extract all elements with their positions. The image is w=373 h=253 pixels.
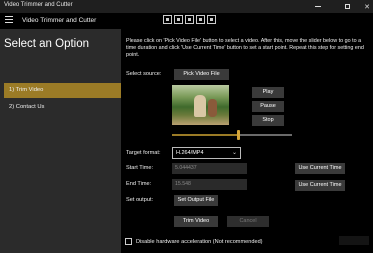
toolbar-icons bbox=[163, 15, 216, 24]
toolbar-icon-2[interactable] bbox=[174, 15, 183, 24]
start-time-field[interactable]: 5.044437 bbox=[172, 163, 247, 174]
end-time-label: End Time: bbox=[126, 181, 152, 187]
disable-hw-label: Disable hardware acceleration (Not recom… bbox=[136, 239, 263, 245]
set-output-label: Set output: bbox=[126, 197, 154, 203]
sidebar-item-contact-us[interactable]: 2) Contact Us bbox=[4, 100, 121, 115]
video-figure-2 bbox=[208, 99, 217, 117]
target-format-value: H.264/MP4 bbox=[176, 150, 204, 156]
stop-button[interactable]: Stop bbox=[252, 115, 284, 126]
end-time-field[interactable]: 15.548 bbox=[172, 179, 247, 190]
window-title: Video Trimmer and Cutter bbox=[4, 2, 73, 8]
title-bar: Video Trimmer and Cutter ✕ bbox=[0, 0, 373, 13]
minimize-icon bbox=[315, 6, 321, 7]
status-corner bbox=[339, 236, 369, 245]
pause-button[interactable]: Pause bbox=[252, 101, 284, 112]
timeline-slider[interactable] bbox=[172, 134, 292, 136]
maximize-button[interactable] bbox=[336, 0, 358, 13]
close-icon: ✕ bbox=[364, 3, 370, 11]
trim-video-button[interactable]: Trim Video bbox=[174, 216, 218, 227]
cancel-button[interactable]: Cancel bbox=[227, 216, 269, 227]
disable-hw-checkbox[interactable] bbox=[125, 238, 132, 245]
set-output-file-button[interactable]: Set Output File bbox=[174, 195, 218, 206]
app-header: Video Trimmer and Cutter bbox=[0, 13, 373, 29]
start-time-label: Start Time: bbox=[126, 165, 154, 171]
video-figure bbox=[194, 95, 206, 117]
sidebar-item-trim-video[interactable]: 1) Trim Video bbox=[4, 83, 121, 98]
minimize-button[interactable] bbox=[307, 0, 329, 13]
pick-video-file-button[interactable]: Pick Video File bbox=[174, 69, 229, 80]
hamburger-menu-icon[interactable] bbox=[5, 16, 13, 24]
toolbar-icon-5[interactable] bbox=[207, 15, 216, 24]
use-current-time-end-button[interactable]: Use Current Time bbox=[295, 180, 345, 191]
sidebar-heading: Select an Option bbox=[4, 38, 90, 50]
sidebar: Select an Option 1) Trim Video 2) Contac… bbox=[0, 29, 121, 253]
target-format-label: Target format: bbox=[126, 150, 161, 156]
toolbar-icon-4[interactable] bbox=[196, 15, 205, 24]
close-button[interactable]: ✕ bbox=[356, 0, 373, 13]
use-current-time-start-button[interactable]: Use Current Time bbox=[295, 163, 345, 174]
maximize-icon bbox=[344, 4, 350, 9]
instructions-text: Please click on 'Pick Video File' button… bbox=[126, 38, 364, 59]
slider-fill bbox=[172, 134, 238, 136]
toolbar-icon-1[interactable] bbox=[163, 15, 172, 24]
slider-thumb[interactable] bbox=[237, 130, 240, 140]
toolbar-icon-3[interactable] bbox=[185, 15, 194, 24]
play-button[interactable]: Play bbox=[252, 87, 284, 98]
target-format-select[interactable]: H.264/MP4 ⌄ bbox=[172, 147, 241, 159]
main-panel: Please click on 'Pick Video File' button… bbox=[121, 29, 373, 253]
video-preview bbox=[172, 85, 229, 125]
select-source-label: Select source: bbox=[126, 71, 162, 77]
app-title: Video Trimmer and Cutter bbox=[22, 17, 97, 24]
chevron-down-icon: ⌄ bbox=[231, 150, 237, 156]
